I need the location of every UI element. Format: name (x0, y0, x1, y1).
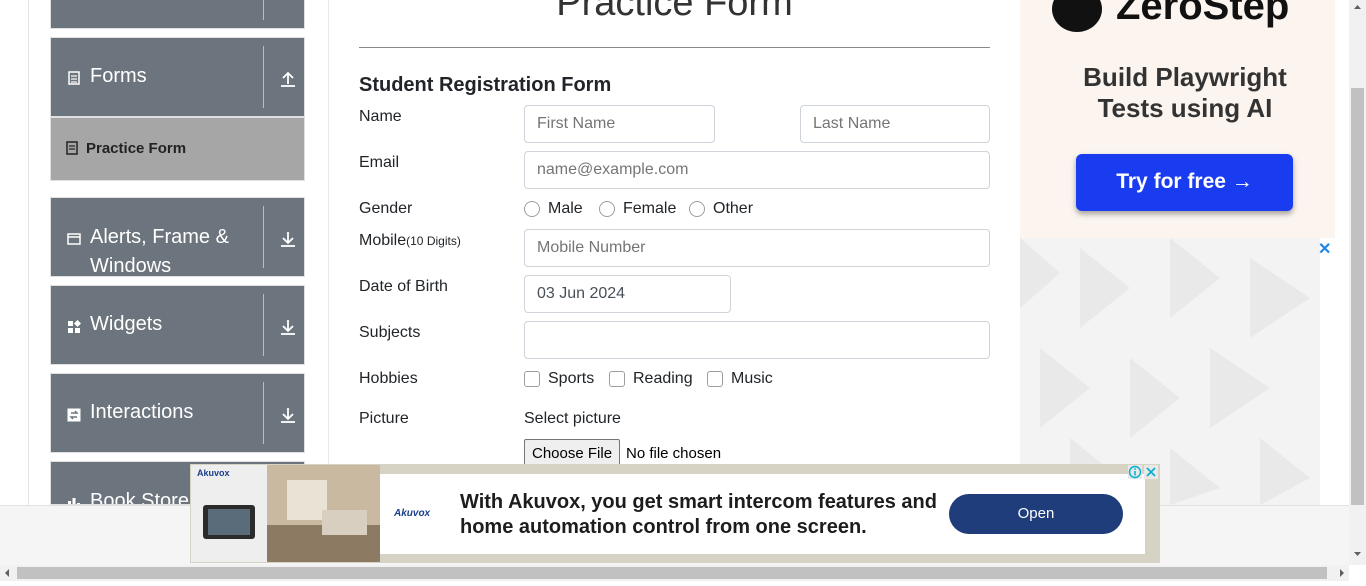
expand-down-icon[interactable] (279, 230, 297, 248)
banner-product-image (191, 465, 267, 562)
expand-down-icon[interactable] (279, 406, 297, 424)
group-separator (263, 206, 264, 268)
interactions-icon (67, 408, 81, 422)
first-name-input[interactable]: First Name (524, 105, 715, 143)
intercom-device-icon (203, 505, 255, 539)
name-label: Name (359, 108, 402, 125)
ad-tagline: Build Playwright Tests using AI (1083, 62, 1287, 123)
gender-other-label[interactable]: Other (713, 200, 753, 218)
dob-input[interactable]: 03 Jun 2024 (524, 275, 731, 313)
gender-female-radio[interactable] (599, 201, 615, 217)
select-picture-label: Select picture (524, 410, 621, 427)
title-divider (359, 47, 990, 48)
dob-label: Date of Birth (359, 278, 448, 295)
banner-logo: Akuvox (394, 508, 431, 519)
collapse-up-icon[interactable] (279, 70, 297, 88)
scroll-right-icon[interactable] (1335, 565, 1349, 581)
room-photo-icon (267, 465, 380, 562)
email-input[interactable]: name@example.com (524, 151, 990, 189)
gender-male-label[interactable]: Male (548, 200, 583, 218)
chart-icon (68, 498, 80, 504)
ad-dismiss-icon[interactable] (1144, 465, 1158, 479)
banner-thumb-brand: Akuvox (197, 468, 230, 478)
group-separator (263, 0, 264, 20)
try-free-button[interactable]: Try for free → (1076, 154, 1293, 211)
horizontal-scroll-thumb[interactable] (17, 567, 1327, 579)
ad-brand: ZeroStep (1116, 0, 1290, 28)
ad-close-icon[interactable]: ✕ (1318, 239, 1331, 259)
file-status: No file chosen (626, 445, 722, 462)
banner-open-button[interactable]: Open (949, 494, 1123, 534)
widgets-icon (68, 320, 81, 333)
group-separator (263, 294, 264, 356)
form-icon (68, 71, 80, 85)
sidebar-group-label: Book Store (90, 490, 189, 505)
page-title: Practice Form (556, 0, 793, 24)
sidebar-group-label: Interactions (90, 401, 194, 423)
form-icon (66, 141, 78, 155)
scroll-left-icon[interactable] (0, 565, 14, 581)
gender-other-radio[interactable] (689, 201, 705, 217)
banner-text: With Akuvox, you get smart intercom feat… (460, 491, 937, 538)
gender-female-label[interactable]: Female (623, 200, 676, 218)
gender-male-radio[interactable] (524, 201, 540, 217)
vertical-scroll-thumb[interactable] (1351, 88, 1364, 505)
sidebar-divider (328, 0, 329, 505)
hobby-music-label[interactable]: Music (731, 370, 773, 388)
left-gutter-divider (28, 0, 29, 505)
picture-label: Picture (359, 410, 409, 427)
mobile-hint: (10 Digits) (406, 234, 461, 248)
gender-label: Gender (359, 200, 413, 217)
sidebar-group-label: Widgets (90, 313, 163, 335)
mobile-input[interactable]: Mobile Number (524, 229, 990, 267)
sidebar-group-interactions[interactable]: Interactions (50, 373, 305, 453)
email-label: Email (359, 154, 400, 171)
subjects-input[interactable] (524, 321, 990, 359)
hobby-reading-checkbox[interactable] (609, 371, 625, 387)
scroll-up-icon[interactable] (1349, 1, 1366, 13)
mobile-label: Mobile(10 Digits) (359, 232, 461, 250)
group-separator (263, 382, 264, 444)
group-separator (263, 46, 264, 108)
sidebar-item-label: Practice Form (86, 140, 187, 157)
sidebar-group-forms[interactable]: Forms (50, 37, 305, 117)
subjects-label: Subjects (359, 324, 421, 341)
banner-room-image (267, 465, 380, 562)
form-heading: Student Registration Form (359, 74, 612, 96)
sidebar-group-alerts[interactable]: Alerts, Frame & Windows (50, 197, 305, 277)
mobile-label-text: Mobile (359, 232, 407, 249)
hobby-sports-checkbox[interactable] (524, 371, 540, 387)
scroll-down-icon[interactable] (1349, 548, 1366, 560)
last-name-input[interactable]: Last Name (800, 105, 990, 143)
sidebar-item-practice-form[interactable]: Practice Form (50, 117, 305, 181)
sidebar-group-label: Alerts, Frame & Windows (90, 226, 229, 277)
sidebar-group-elements[interactable] (50, 0, 305, 29)
hobbies-label: Hobbies (359, 370, 418, 387)
hobby-reading-label[interactable]: Reading (633, 370, 693, 388)
sidebar-group-widgets[interactable]: Widgets (50, 285, 305, 365)
ad-info-icon[interactable] (1128, 465, 1142, 479)
hobby-music-checkbox[interactable] (707, 371, 723, 387)
hobby-sports-label[interactable]: Sports (548, 370, 594, 388)
window-icon (67, 233, 81, 245)
sidebar-group-label: Forms (90, 65, 147, 87)
expand-down-icon[interactable] (279, 318, 297, 336)
